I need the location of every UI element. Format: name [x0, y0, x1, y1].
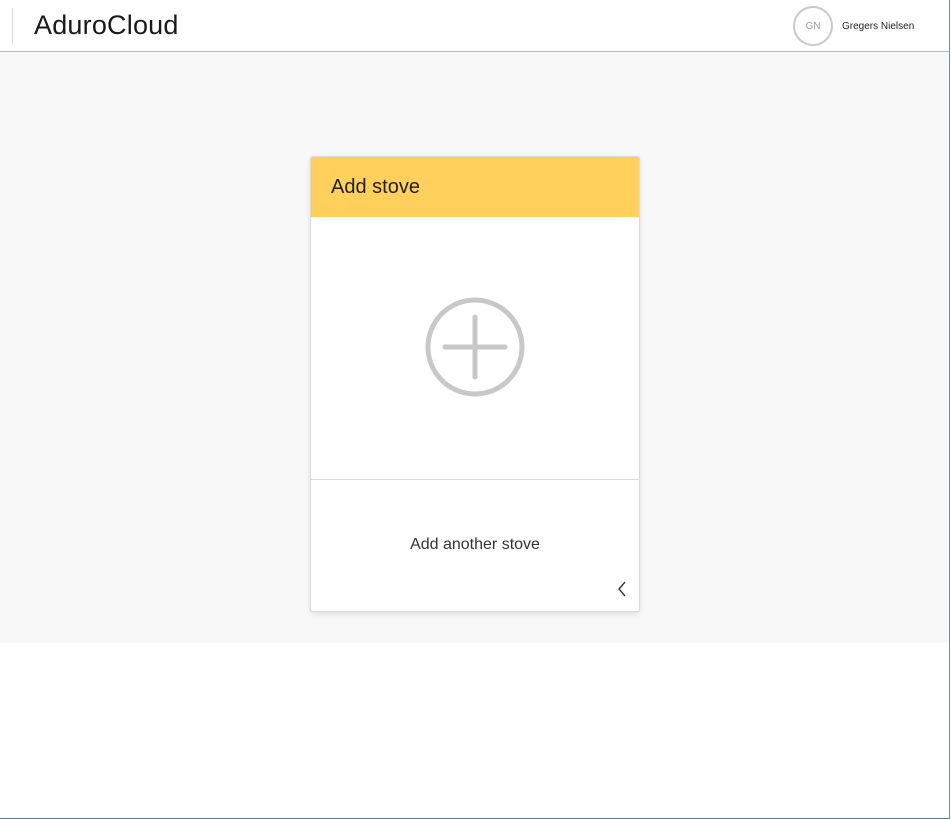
- card-divider: [311, 479, 639, 480]
- plus-circle-icon[interactable]: [425, 297, 525, 397]
- header-divider: [12, 8, 13, 44]
- card-header: Add stove: [311, 157, 639, 217]
- main-content: Add stove Add another stove: [0, 52, 949, 643]
- add-stove-button[interactable]: [311, 217, 639, 479]
- app-title: AduroCloud: [34, 10, 179, 40]
- top-bar: AduroCloud GN Gregers Nielsen: [0, 0, 949, 52]
- card-title: Add stove: [331, 176, 420, 198]
- add-another-stove-label: Add another stove: [410, 536, 540, 553]
- add-stove-card: Add stove Add another stove: [310, 156, 640, 612]
- page: AduroCloud GN Gregers Nielsen Add stove …: [0, 0, 950, 819]
- user-menu[interactable]: GN Gregers Nielsen: [793, 6, 914, 46]
- avatar[interactable]: GN: [793, 6, 833, 46]
- chevron-left-icon[interactable]: [616, 580, 628, 598]
- user-name[interactable]: Gregers Nielsen: [842, 21, 914, 32]
